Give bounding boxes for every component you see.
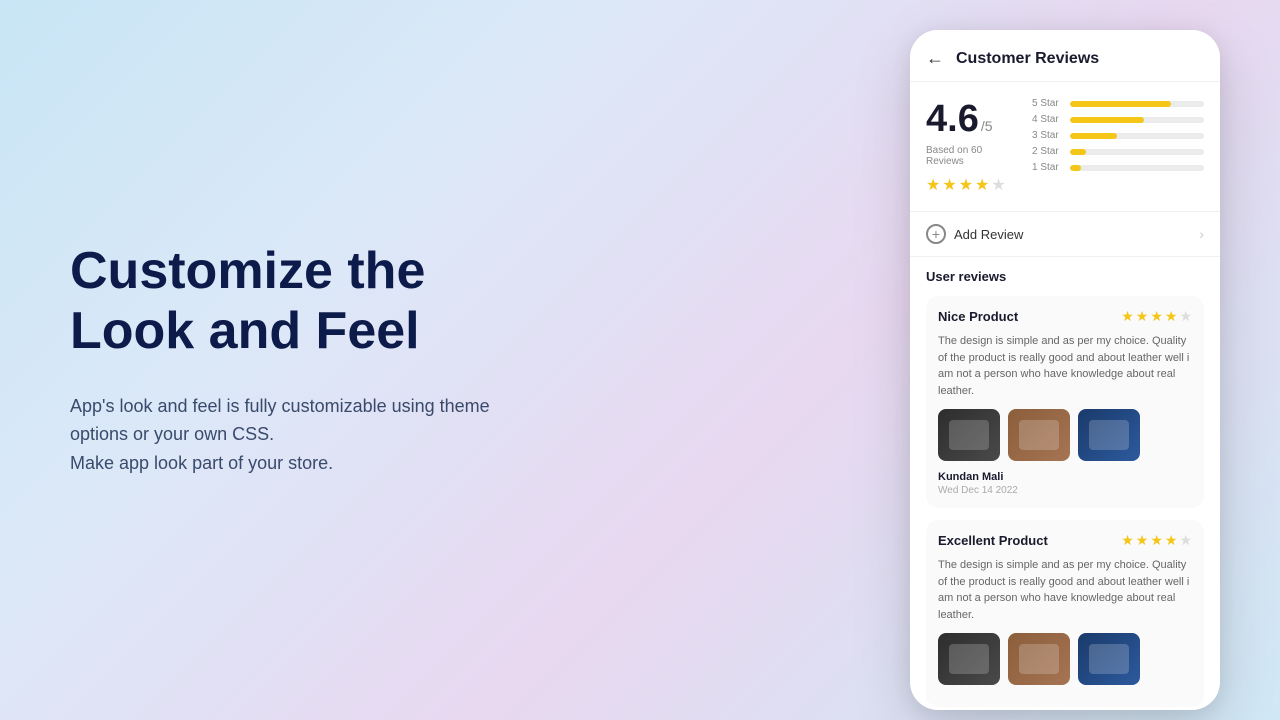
bar-4star-track xyxy=(1070,117,1204,123)
r1-star-1: ★ xyxy=(1121,308,1134,325)
star-2: ★ xyxy=(942,175,956,195)
bar-1star-fill xyxy=(1070,165,1081,171)
review-1-title: Nice Product xyxy=(938,309,1018,324)
rating-bars: 5 Star 4 Star 3 Star 2 Star xyxy=(1032,98,1204,178)
bar-1star-label: 1 Star xyxy=(1032,162,1064,173)
review-2-images xyxy=(938,633,1192,685)
review-2-img-2 xyxy=(1008,633,1070,685)
r1-star-5: ★ xyxy=(1179,308,1192,325)
bar-2star: 2 Star xyxy=(1032,146,1204,157)
page-title: Customer Reviews xyxy=(956,50,1099,68)
left-panel: Customize the Look and Feel App's look a… xyxy=(70,242,620,478)
r2-star-4: ★ xyxy=(1165,532,1178,549)
star-5: ★ xyxy=(991,175,1005,195)
review-2-img-3 xyxy=(1078,633,1140,685)
bar-1star: 1 Star xyxy=(1032,162,1204,173)
r2-star-5: ★ xyxy=(1179,532,1192,549)
hero-title: Customize the Look and Feel xyxy=(70,242,620,362)
review-2-text: The design is simple and as per my choic… xyxy=(938,557,1192,623)
review-1-text: The design is simple and as per my choic… xyxy=(938,333,1192,399)
bar-3star: 3 Star xyxy=(1032,130,1204,141)
review-2-top: Excellent Product ★ ★ ★ ★ ★ xyxy=(938,532,1192,549)
bar-3star-label: 3 Star xyxy=(1032,130,1064,141)
hero-title-line2: Look and Feel xyxy=(70,302,420,360)
review-2-img-1 xyxy=(938,633,1000,685)
review-2-stars: ★ ★ ★ ★ ★ xyxy=(1121,532,1192,549)
subtitle-line3: Make app look part of your store. xyxy=(70,453,333,473)
hero-subtitle: App's look and feel is fully customizabl… xyxy=(70,392,620,478)
bar-3star-track xyxy=(1070,133,1204,139)
bar-4star: 4 Star xyxy=(1032,114,1204,125)
r1-star-3: ★ xyxy=(1150,308,1163,325)
bar-1star-track xyxy=(1070,165,1204,171)
r1-star-4: ★ xyxy=(1165,308,1178,325)
bar-5star-fill xyxy=(1070,101,1171,107)
user-reviews-title: User reviews xyxy=(926,269,1204,284)
review-card-1: Nice Product ★ ★ ★ ★ ★ The design is sim… xyxy=(926,296,1204,508)
review-2-title: Excellent Product xyxy=(938,533,1048,548)
rating-score: 4.6 xyxy=(926,98,979,140)
bar-2star-label: 2 Star xyxy=(1032,146,1064,157)
add-review-row[interactable]: + Add Review › xyxy=(910,212,1220,257)
star-1: ★ xyxy=(926,175,940,195)
back-button[interactable]: ← xyxy=(926,48,944,69)
rating-stars: ★ ★ ★ ★ ★ xyxy=(926,175,1016,195)
review-1-images xyxy=(938,409,1192,461)
bar-2star-track xyxy=(1070,149,1204,155)
plus-icon: + xyxy=(926,224,946,244)
review-1-img-2 xyxy=(1008,409,1070,461)
based-on-text: Based on 60 Reviews xyxy=(926,145,1016,167)
review-1-date: Wed Dec 14 2022 xyxy=(938,485,1192,496)
bar-3star-fill xyxy=(1070,133,1117,139)
subtitle-line2: options or your own CSS. xyxy=(70,424,274,444)
bar-2star-fill xyxy=(1070,149,1086,155)
r2-star-3: ★ xyxy=(1150,532,1163,549)
r2-star-2: ★ xyxy=(1136,532,1149,549)
subtitle-line1: App's look and feel is fully customizabl… xyxy=(70,396,490,416)
star-3: ★ xyxy=(959,175,973,195)
app-header: ← Customer Reviews xyxy=(910,30,1220,82)
bar-4star-label: 4 Star xyxy=(1032,114,1064,125)
review-card-2: Excellent Product ★ ★ ★ ★ ★ The design i… xyxy=(926,520,1204,707)
add-review-left: + Add Review xyxy=(926,224,1023,244)
review-1-img-3 xyxy=(1078,409,1140,461)
hero-title-line1: Customize the xyxy=(70,242,425,300)
bar-5star-track xyxy=(1070,101,1204,107)
review-1-top: Nice Product ★ ★ ★ ★ ★ xyxy=(938,308,1192,325)
add-review-label: Add Review xyxy=(954,227,1023,242)
review-1-author: Kundan Mali xyxy=(938,471,1192,483)
bar-4star-fill xyxy=(1070,117,1144,123)
rating-denom: /5 xyxy=(981,118,993,134)
review-1-stars: ★ ★ ★ ★ ★ xyxy=(1121,308,1192,325)
chevron-right-icon: › xyxy=(1199,226,1204,242)
r2-star-1: ★ xyxy=(1121,532,1134,549)
review-1-img-1 xyxy=(938,409,1000,461)
r1-star-2: ★ xyxy=(1136,308,1149,325)
phone-mockup: ← Customer Reviews 4.6/5 Based on 60 Rev… xyxy=(910,30,1220,710)
bar-5star-label: 5 Star xyxy=(1032,98,1064,109)
rating-summary: 4.6/5 Based on 60 Reviews ★ ★ ★ ★ ★ 5 St… xyxy=(910,82,1220,212)
star-4: ★ xyxy=(975,175,989,195)
bar-5star: 5 Star xyxy=(1032,98,1204,109)
rating-left: 4.6/5 Based on 60 Reviews ★ ★ ★ ★ ★ xyxy=(926,98,1016,195)
user-reviews-section[interactable]: User reviews Nice Product ★ ★ ★ ★ ★ The … xyxy=(910,257,1220,710)
